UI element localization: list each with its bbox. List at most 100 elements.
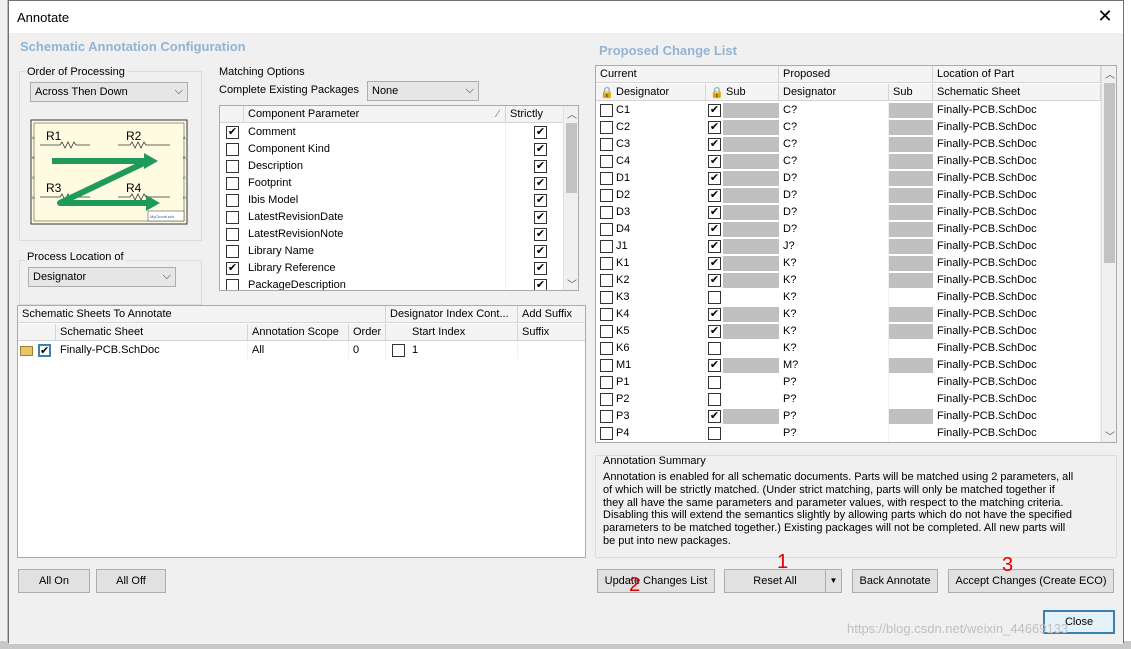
sheet-suffix[interactable] bbox=[518, 342, 585, 359]
sub-lock-checkbox[interactable]: ✔ bbox=[708, 308, 721, 321]
change-row[interactable]: K2 ✔ K? Finally-PCB.SchDoc bbox=[596, 272, 1101, 289]
sub-lock-checkbox[interactable]: ✔ bbox=[708, 223, 721, 236]
change-row[interactable]: D4 ✔ D? Finally-PCB.SchDoc bbox=[596, 221, 1101, 238]
order-combo[interactable]: Across Then Down ⌵ bbox=[30, 82, 188, 102]
change-row[interactable]: P2 P? Finally-PCB.SchDoc bbox=[596, 391, 1101, 408]
param-strict-checkbox[interactable]: ✔ bbox=[534, 126, 547, 139]
change-row[interactable]: C4 ✔ C? Finally-PCB.SchDoc bbox=[596, 153, 1101, 170]
sub-lock-checkbox[interactable]: ✔ bbox=[708, 359, 721, 372]
param-row[interactable]: Description ✔ bbox=[220, 158, 563, 175]
sheet-header-suffix[interactable]: Suffix bbox=[518, 324, 585, 341]
start-index-checkbox[interactable] bbox=[392, 344, 405, 357]
change-row[interactable]: M1 ✔ M? Finally-PCB.SchDoc bbox=[596, 357, 1101, 374]
sheet-header-scope[interactable]: Annotation Scope bbox=[248, 324, 349, 341]
dropdown-arrow-icon[interactable]: ▼ bbox=[825, 570, 841, 592]
param-row[interactable]: LatestRevisionNote ✔ bbox=[220, 226, 563, 243]
sub-lock-checkbox[interactable]: ✔ bbox=[708, 325, 721, 338]
update-changes-button[interactable]: Update Changes List bbox=[597, 569, 715, 593]
sub-lock-checkbox[interactable]: ✔ bbox=[708, 138, 721, 151]
sub-lock-checkbox[interactable]: ✔ bbox=[708, 410, 721, 423]
accept-changes-button[interactable]: Accept Changes (Create ECO) bbox=[948, 569, 1114, 593]
change-row[interactable]: P4 P? Finally-PCB.SchDoc bbox=[596, 425, 1101, 442]
param-row[interactable]: ✔ Library Reference ✔ bbox=[220, 260, 563, 277]
change-row[interactable]: P1 P? Finally-PCB.SchDoc bbox=[596, 374, 1101, 391]
param-scrollbar[interactable]: ︿ ﹀ bbox=[563, 106, 578, 290]
change-row[interactable]: K5 ✔ K? Finally-PCB.SchDoc bbox=[596, 323, 1101, 340]
scroll-down-icon[interactable]: ﹀ bbox=[1102, 428, 1116, 442]
param-include-checkbox[interactable]: ✔ bbox=[226, 126, 239, 139]
param-include-checkbox[interactable] bbox=[226, 211, 239, 224]
param-strict-checkbox[interactable]: ✔ bbox=[534, 177, 547, 190]
sub-lock-checkbox[interactable]: ✔ bbox=[708, 206, 721, 219]
all-on-button[interactable]: All On bbox=[18, 569, 90, 593]
param-row[interactable]: LatestRevisionDate ✔ bbox=[220, 209, 563, 226]
change-row[interactable]: P3 ✔ P? Finally-PCB.SchDoc bbox=[596, 408, 1101, 425]
param-strict-checkbox[interactable]: ✔ bbox=[534, 228, 547, 241]
sub-lock-checkbox[interactable]: ✔ bbox=[708, 274, 721, 287]
sheet-header-order[interactable]: Order bbox=[349, 324, 386, 341]
location-combo[interactable]: Designator ⌵ bbox=[28, 267, 176, 287]
scroll-thumb[interactable] bbox=[1104, 83, 1115, 263]
sub-lock-checkbox[interactable] bbox=[708, 393, 721, 406]
scroll-up-icon[interactable]: ︿ bbox=[564, 106, 578, 122]
sub-lock-checkbox[interactable] bbox=[708, 376, 721, 389]
change-row[interactable]: J1 ✔ J? Finally-PCB.SchDoc bbox=[596, 238, 1101, 255]
scroll-up-icon[interactable]: ︿ bbox=[1102, 66, 1116, 82]
changes-scrollbar[interactable]: ︿ ﹀ bbox=[1101, 66, 1116, 442]
param-strict-checkbox[interactable]: ✔ bbox=[534, 211, 547, 224]
sheet-header-sheet[interactable]: Schematic Sheet bbox=[56, 324, 248, 341]
param-header-name[interactable]: Component Parameter ⁄ bbox=[244, 106, 506, 123]
param-row[interactable]: ✔ Comment ✔ bbox=[220, 124, 563, 141]
param-strict-checkbox[interactable]: ✔ bbox=[534, 160, 547, 173]
all-off-button[interactable]: All Off bbox=[96, 569, 166, 593]
cur-sub-header[interactable]: 🔒 Sub bbox=[706, 84, 779, 101]
sub-lock-checkbox[interactable]: ✔ bbox=[708, 155, 721, 168]
param-row[interactable]: Library Name ✔ bbox=[220, 243, 563, 260]
complete-combo[interactable]: None ⌵ bbox=[367, 81, 479, 101]
change-row[interactable]: C2 ✔ C? Finally-PCB.SchDoc bbox=[596, 119, 1101, 136]
change-row[interactable]: C3 ✔ C? Finally-PCB.SchDoc bbox=[596, 136, 1101, 153]
cur-designator-header[interactable]: 🔒 Designator bbox=[596, 84, 706, 101]
param-header-strict[interactable]: Strictly bbox=[506, 106, 564, 123]
close-icon[interactable]: ✕ bbox=[1095, 6, 1115, 26]
prop-designator-header[interactable]: Designator bbox=[779, 84, 889, 101]
scroll-down-icon[interactable]: ﹀ bbox=[564, 276, 578, 290]
param-strict-checkbox[interactable]: ✔ bbox=[534, 279, 547, 290]
param-row[interactable]: PackageDescription ✔ bbox=[220, 277, 563, 290]
param-row[interactable]: Component Kind ✔ bbox=[220, 141, 563, 158]
sheet-row[interactable]: ✔ Finally-PCB.SchDoc All 0 1 bbox=[18, 342, 585, 359]
change-row[interactable]: K3 K? Finally-PCB.SchDoc bbox=[596, 289, 1101, 306]
change-row[interactable]: K4 ✔ K? Finally-PCB.SchDoc bbox=[596, 306, 1101, 323]
param-row[interactable]: Footprint ✔ bbox=[220, 175, 563, 192]
sub-lock-checkbox[interactable] bbox=[708, 342, 721, 355]
sheet-order[interactable]: 0 bbox=[349, 342, 386, 359]
sheet-header-start[interactable]: Start Index bbox=[386, 324, 518, 341]
param-row[interactable]: Ibis Model ✔ bbox=[220, 192, 563, 209]
sub-lock-checkbox[interactable]: ✔ bbox=[708, 189, 721, 202]
param-include-checkbox[interactable] bbox=[226, 228, 239, 241]
param-include-checkbox[interactable]: ✔ bbox=[226, 262, 239, 275]
param-include-checkbox[interactable] bbox=[226, 177, 239, 190]
sub-lock-checkbox[interactable] bbox=[708, 427, 721, 440]
prop-sub-header[interactable]: Sub bbox=[889, 84, 933, 101]
param-include-checkbox[interactable] bbox=[226, 160, 239, 173]
change-row[interactable]: D3 ✔ D? Finally-PCB.SchDoc bbox=[596, 204, 1101, 221]
param-strict-checkbox[interactable]: ✔ bbox=[534, 143, 547, 156]
sheet-col-header[interactable]: Schematic Sheet bbox=[933, 84, 1101, 101]
param-include-checkbox[interactable] bbox=[226, 143, 239, 156]
param-strict-checkbox[interactable]: ✔ bbox=[534, 262, 547, 275]
sub-lock-checkbox[interactable]: ✔ bbox=[708, 257, 721, 270]
sub-lock-checkbox[interactable]: ✔ bbox=[708, 240, 721, 253]
param-include-checkbox[interactable] bbox=[226, 245, 239, 258]
change-row[interactable]: K1 ✔ K? Finally-PCB.SchDoc bbox=[596, 255, 1101, 272]
sheet-enable-checkbox[interactable]: ✔ bbox=[38, 344, 51, 357]
change-row[interactable]: D1 ✔ D? Finally-PCB.SchDoc bbox=[596, 170, 1101, 187]
param-include-checkbox[interactable] bbox=[226, 279, 239, 290]
sheet-scope[interactable]: All bbox=[248, 342, 349, 359]
sub-lock-checkbox[interactable]: ✔ bbox=[708, 104, 721, 117]
sheet-start-index[interactable]: 1 bbox=[408, 342, 518, 359]
sub-lock-checkbox[interactable]: ✔ bbox=[708, 121, 721, 134]
sub-lock-checkbox[interactable] bbox=[708, 291, 721, 304]
change-row[interactable]: K6 K? Finally-PCB.SchDoc bbox=[596, 340, 1101, 357]
param-strict-checkbox[interactable]: ✔ bbox=[534, 194, 547, 207]
